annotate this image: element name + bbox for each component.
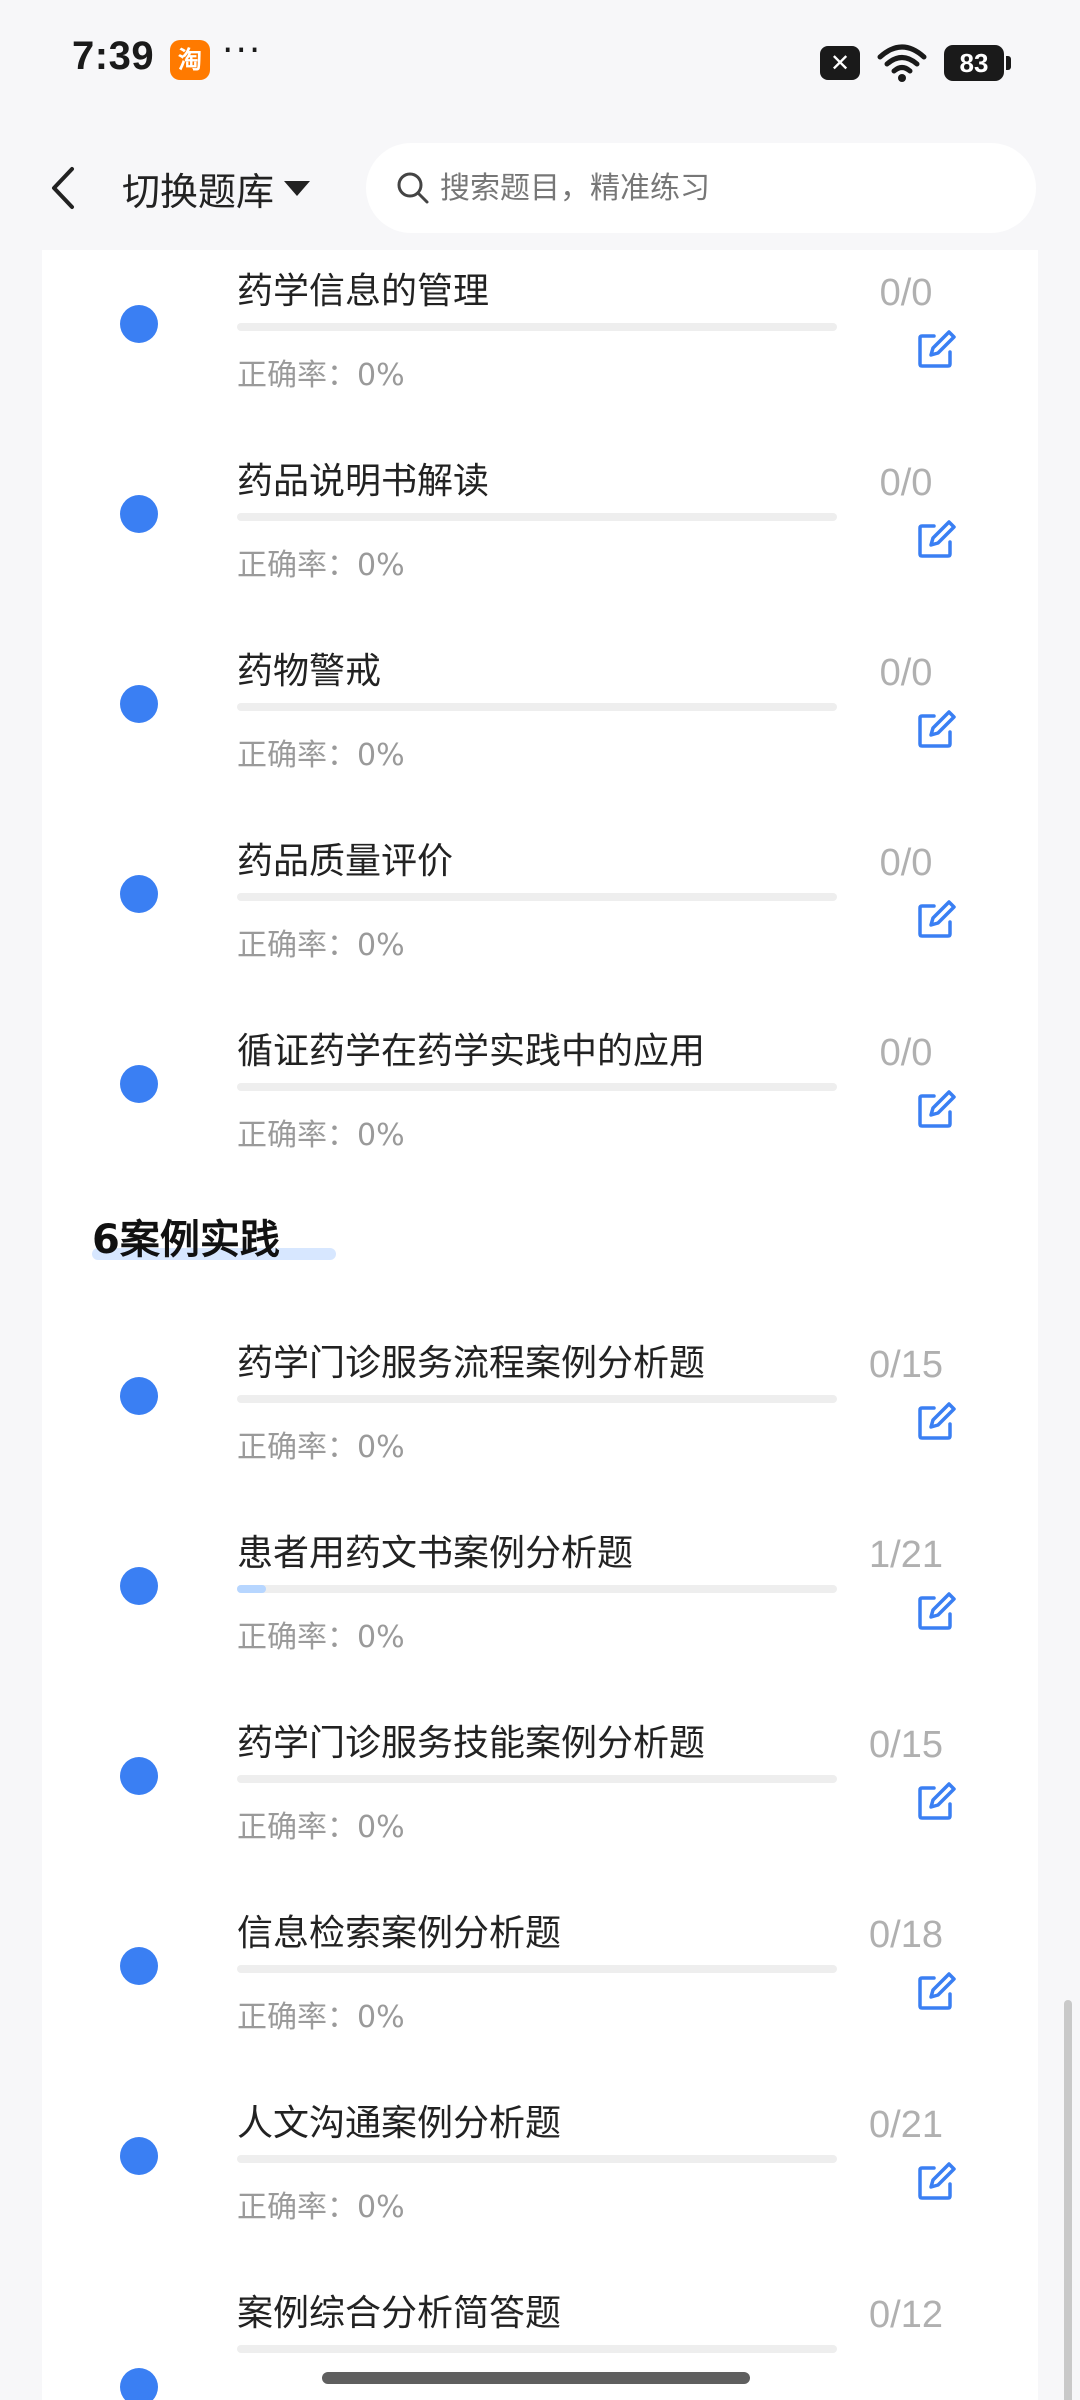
progress-track	[237, 893, 837, 901]
edit-icon[interactable]	[914, 1780, 958, 1824]
switch-question-bank-label: 切换题库	[122, 169, 275, 214]
progress-track	[237, 1585, 837, 1593]
chapter-dot	[120, 1065, 158, 1103]
screen: 7:39 淘 ··· ✕ 83 切换题库 搜索题目，精准练习 药学信息的管理 正…	[0, 0, 1080, 2400]
accuracy-text: 正确率：0%	[237, 738, 405, 773]
question-count: 0/18	[869, 1914, 943, 1956]
question-count: 0/12	[869, 2294, 943, 2336]
chapter-card: 药学信息的管理 正确率：0% 0/0 药品说明书解读 正确率：0% 0/0 药物…	[42, 250, 1038, 2400]
question-count: 0/0	[879, 1032, 933, 1074]
question-count: 1/21	[869, 1534, 943, 1576]
chapter-dot	[120, 1567, 158, 1605]
edit-icon[interactable]	[914, 1970, 958, 2014]
list-item[interactable]: 人文沟通案例分析题 正确率：0% 0/21	[42, 2082, 1038, 2272]
edit-icon[interactable]	[914, 1088, 958, 1132]
status-time: 7:39	[72, 34, 155, 78]
item-title: 药品说明书解读	[237, 461, 490, 502]
back-arrow-icon[interactable]	[44, 161, 84, 215]
accuracy-text: 正确率：0%	[237, 928, 405, 963]
wifi-icon	[877, 44, 927, 82]
chapter-dot	[120, 2137, 158, 2175]
chapter-dot	[120, 685, 158, 723]
progress-fill	[237, 1585, 266, 1593]
question-count: 0/15	[869, 1344, 943, 1386]
item-title: 药物警戒	[237, 651, 382, 692]
accuracy-text: 正确率：0%	[237, 1430, 405, 1465]
caret-down-icon	[284, 180, 311, 196]
item-title: 案例综合分析简答题	[237, 2293, 562, 2334]
chapter-dot	[120, 495, 158, 533]
item-title: 药学门诊服务流程案例分析题	[237, 1343, 706, 1384]
item-title: 信息检索案例分析题	[237, 1913, 562, 1954]
edit-icon[interactable]	[914, 518, 958, 562]
chapter-dot	[120, 1757, 158, 1795]
progress-track	[237, 1965, 837, 1973]
question-count: 0/0	[879, 842, 933, 884]
progress-track	[237, 1395, 837, 1403]
chapter-dot	[120, 1377, 158, 1415]
status-bar: 7:39 淘 ··· ✕ 83	[0, 0, 1080, 125]
accuracy-text: 正确率：0%	[237, 1810, 405, 1845]
question-count: 0/0	[879, 462, 933, 504]
chapter-dot	[120, 2368, 158, 2400]
section-heading: 6案例实践	[92, 1217, 280, 1263]
sim-off-icon: ✕	[820, 46, 860, 80]
list-item[interactable]: 药学门诊服务技能案例分析题 正确率：0% 0/15	[42, 1702, 1038, 1892]
list-item[interactable]: 药品质量评价 正确率：0% 0/0	[42, 820, 1038, 1010]
accuracy-text: 正确率：0%	[237, 1620, 405, 1655]
list-item[interactable]: 药学门诊服务流程案例分析题 正确率：0% 0/15	[42, 1322, 1038, 1512]
question-count: 0/0	[879, 652, 933, 694]
taobao-app-icon: 淘	[170, 40, 210, 80]
progress-track	[237, 1083, 837, 1091]
progress-track	[237, 323, 837, 331]
chapter-dot	[120, 1947, 158, 1985]
edit-icon[interactable]	[914, 328, 958, 372]
item-title: 药品质量评价	[237, 841, 454, 882]
edit-icon[interactable]	[914, 1590, 958, 1634]
progress-track	[237, 2345, 837, 2353]
list-item[interactable]: 信息检索案例分析题 正确率：0% 0/18	[42, 1892, 1038, 2082]
list-item[interactable]: 药学信息的管理 正确率：0% 0/0	[42, 250, 1038, 440]
chapter-dot	[120, 875, 158, 913]
accuracy-text: 正确率：0%	[237, 548, 405, 583]
edit-icon[interactable]	[914, 1400, 958, 1444]
progress-track	[237, 2155, 837, 2163]
chapter-dot	[120, 305, 158, 343]
list-item[interactable]: 患者用药文书案例分析题 正确率：0% 1/21	[42, 1512, 1038, 1702]
top-nav: 切换题库	[0, 125, 1080, 250]
chapter-list[interactable]: 药学信息的管理 正确率：0% 0/0 药品说明书解读 正确率：0% 0/0 药物…	[0, 250, 1080, 2400]
accuracy-text: 正确率：0%	[237, 2190, 405, 2225]
item-title: 循证药学在药学实践中的应用	[237, 1031, 706, 1072]
home-indicator[interactable]	[322, 2372, 750, 2384]
progress-track	[237, 703, 837, 711]
item-title: 药学门诊服务技能案例分析题	[237, 1723, 706, 1764]
question-count: 0/21	[869, 2104, 943, 2146]
progress-track	[237, 513, 837, 521]
edit-icon[interactable]	[914, 708, 958, 752]
question-count: 0/0	[879, 272, 933, 314]
edit-icon[interactable]	[914, 2160, 958, 2204]
battery-icon: 83	[944, 45, 1011, 81]
question-count: 0/15	[869, 1724, 943, 1766]
search-input[interactable]	[440, 170, 960, 206]
accuracy-text: 正确率：0%	[237, 358, 405, 393]
item-title: 药学信息的管理	[237, 271, 490, 312]
search-icon	[397, 172, 429, 204]
list-item[interactable]: 循证药学在药学实践中的应用 正确率：0% 0/0	[42, 1010, 1038, 1200]
status-icons: ✕ 83	[820, 40, 1011, 86]
progress-track	[237, 1775, 837, 1783]
edit-icon[interactable]	[914, 898, 958, 942]
item-title: 人文沟通案例分析题	[237, 2103, 562, 2144]
switch-question-bank-button[interactable]: 切换题库	[122, 161, 311, 215]
list-item[interactable]: 药品说明书解读 正确率：0% 0/0	[42, 440, 1038, 630]
accuracy-text: 正确率：0%	[237, 2000, 405, 2035]
list-item[interactable]: 药物警戒 正确率：0% 0/0	[42, 630, 1038, 820]
accuracy-text: 正确率：0%	[237, 1118, 405, 1153]
item-title: 患者用药文书案例分析题	[237, 1533, 634, 1574]
search-box[interactable]	[366, 143, 1036, 233]
scrollbar-thumb[interactable]	[1064, 2000, 1072, 2400]
more-notifications-icon: ···	[222, 30, 263, 71]
